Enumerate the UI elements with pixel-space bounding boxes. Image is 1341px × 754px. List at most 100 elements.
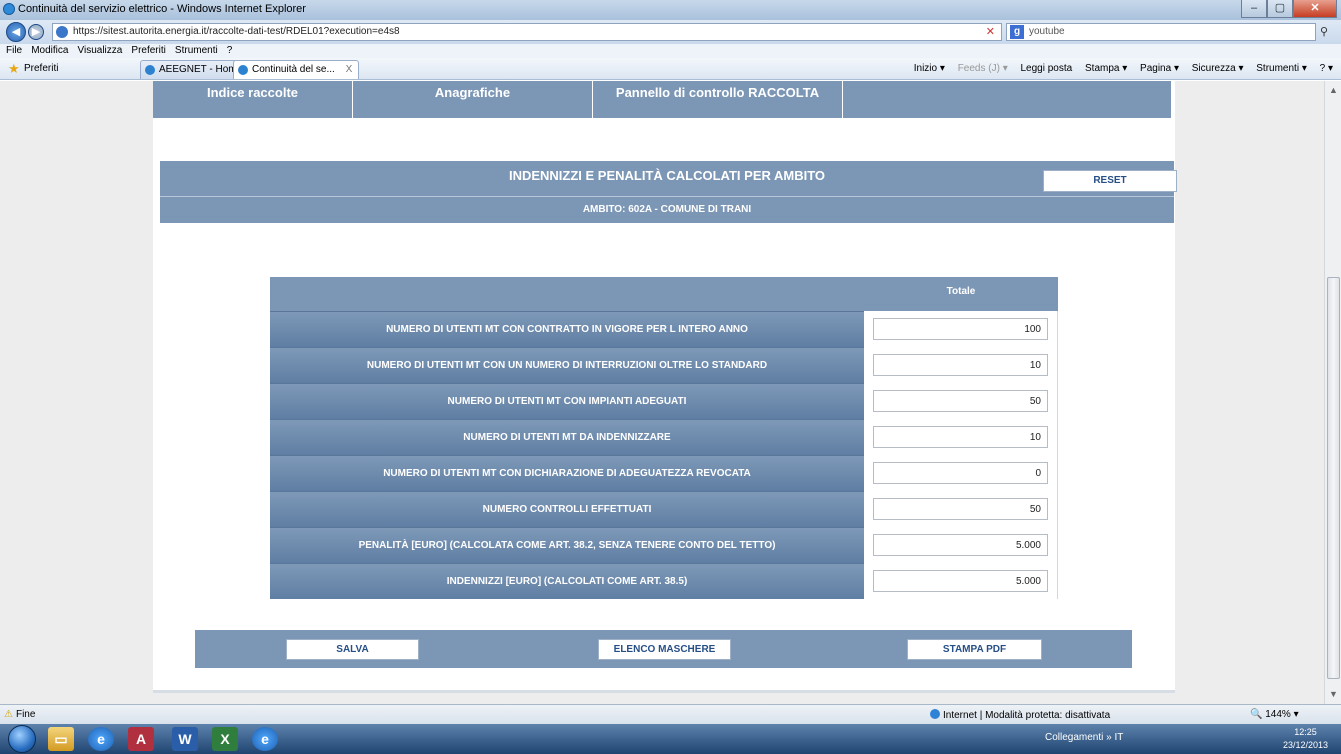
- menu-file[interactable]: File: [6, 45, 22, 56]
- clock-date: 23/12/2013: [1283, 740, 1329, 750]
- reset-button[interactable]: RESET: [1043, 170, 1177, 192]
- favorites-button[interactable]: Preferiti: [24, 63, 58, 74]
- stop-icon[interactable]: ✕: [986, 25, 995, 38]
- row-label: NUMERO DI UTENTI MT CON CONTRATTO IN VIG…: [270, 311, 864, 347]
- search-placeholder: youtube: [1029, 26, 1065, 37]
- table-row: NUMERO DI UTENTI MT CON CONTRATTO IN VIG…: [270, 311, 1058, 347]
- minimize-button[interactable]: –: [1241, 0, 1267, 18]
- top-navigation: Indice raccolte Anagrafiche Pannello di …: [153, 81, 1175, 129]
- close-window-button[interactable]: ✕: [1293, 0, 1337, 18]
- indennizzi-euro-input[interactable]: [873, 570, 1048, 592]
- controlli-effettuati-input[interactable]: [873, 498, 1048, 520]
- word-taskbar-icon[interactable]: W: [172, 727, 198, 751]
- zone-label: Internet | Modalità protetta: disattivat…: [943, 710, 1111, 721]
- row-label: NUMERO CONTROLLI EFFETTUATI: [270, 491, 864, 527]
- table-row: NUMERO CONTROLLI EFFETTUATI: [270, 491, 1058, 527]
- scroll-up-arrow-icon[interactable]: ▲: [1329, 85, 1338, 95]
- address-bar: ◀ ▶ https://sitest.autorita.energia.it/r…: [0, 20, 1341, 44]
- start-button[interactable]: [8, 725, 36, 753]
- clock[interactable]: 12:25 23/12/2013: [1283, 726, 1328, 752]
- ie-taskbar-icon[interactable]: e: [88, 727, 114, 751]
- row-label: PENALITÀ [EURO] (CALCOLATA COME ART. 38.…: [270, 527, 864, 563]
- row-label: NUMERO DI UTENTI MT CON DICHIARAZIONE DI…: [270, 455, 864, 491]
- command-bar: Inizio ▾ Feeds (J) ▾ Leggi posta Stampa …: [904, 63, 1333, 74]
- favorites-star-icon[interactable]: ★: [8, 62, 20, 75]
- table-row: INDENNIZZI [EURO] (CALCOLATI COME ART. 3…: [270, 563, 1058, 599]
- tab-label: Continuità del se...: [252, 64, 335, 75]
- feeds-button[interactable]: Feeds (J) ▾: [958, 63, 1008, 74]
- column-header-totale: Totale: [946, 286, 976, 297]
- utenti-revocata-input[interactable]: [873, 462, 1048, 484]
- warning-icon: ⚠: [4, 709, 13, 720]
- forward-button[interactable]: ▶: [28, 24, 44, 40]
- table-row: NUMERO DI UTENTI MT CON UN NUMERO DI INT…: [270, 347, 1058, 383]
- nav-anagrafiche[interactable]: Anagrafiche: [353, 81, 593, 118]
- mask-list-button[interactable]: ELENCO MASCHERE: [598, 639, 731, 660]
- menu-help[interactable]: ?: [227, 45, 233, 56]
- content-panel: Indice raccolte Anagrafiche Pannello di …: [153, 81, 1177, 693]
- table-row: PENALITÀ [EURO] (CALCOLATA COME ART. 38.…: [270, 527, 1058, 563]
- scroll-down-arrow-icon[interactable]: ▼: [1329, 689, 1338, 699]
- penalita-euro-input[interactable]: [873, 534, 1048, 556]
- utenti-interruzioni-input[interactable]: [873, 354, 1048, 376]
- search-input[interactable]: g youtube: [1006, 23, 1316, 41]
- page-footer-line: [153, 690, 1175, 693]
- back-button[interactable]: ◀: [6, 22, 26, 42]
- url-field[interactable]: https://sitest.autorita.energia.it/racco…: [52, 23, 1002, 41]
- zoom-control[interactable]: 🔍 144% ▾: [1250, 709, 1299, 720]
- tools-menu-button[interactable]: Strumenti ▾: [1256, 63, 1307, 74]
- taskbar: ▭ e A W X e Collegamenti » IT 12:25 23/1…: [0, 724, 1341, 754]
- system-tray[interactable]: Collegamenti » IT: [1045, 732, 1123, 743]
- page-menu-button[interactable]: Pagina ▾: [1140, 63, 1179, 74]
- utenti-impianti-adeguati-input[interactable]: [873, 390, 1048, 412]
- ambito-subtitle: AMBITO: 602A - COMUNE DI TRANI: [582, 204, 752, 215]
- scroll-thumb[interactable]: [1327, 277, 1340, 679]
- security-zone[interactable]: Internet | Modalità protetta: disattivat…: [930, 709, 1110, 721]
- utenti-da-indennizzare-input[interactable]: [873, 426, 1048, 448]
- tab-page-icon: [238, 65, 248, 75]
- ie-active-taskbar-icon[interactable]: e: [252, 727, 278, 751]
- safety-menu-button[interactable]: Sicurezza ▾: [1192, 63, 1244, 74]
- zoom-level: 144%: [1265, 709, 1291, 720]
- globe-icon: [930, 709, 940, 719]
- nav-indice-raccolte[interactable]: Indice raccolte: [153, 81, 353, 118]
- ie-icon: [3, 3, 15, 15]
- vertical-scrollbar[interactable]: ▲ ▼: [1324, 81, 1341, 704]
- menu-bar: File Modifica Visualizza Preferiti Strum…: [0, 44, 1341, 58]
- maximize-button[interactable]: ▢: [1267, 0, 1293, 18]
- search-icon[interactable]: ⚲: [1320, 25, 1328, 38]
- nav-pannello-controllo[interactable]: Pannello di controllo RACCOLTA: [593, 81, 843, 118]
- table-header: Totale: [270, 277, 1058, 311]
- utenti-contratto-input[interactable]: [873, 318, 1048, 340]
- table-row: NUMERO DI UTENTI MT CON DICHIARAZIONE DI…: [270, 455, 1058, 491]
- action-bar: SALVA ELENCO MASCHERE STAMPA PDF: [195, 630, 1132, 668]
- access-taskbar-icon[interactable]: A: [128, 727, 154, 751]
- section-header: INDENNIZZI E PENALITÀ CALCOLATI PER AMBI…: [160, 161, 1177, 223]
- favorites-bar: ★ Preferiti AEEGNET - Home P... Continui…: [0, 58, 1341, 80]
- save-button[interactable]: SALVA: [286, 639, 419, 660]
- tab-close-icon[interactable]: X: [346, 64, 353, 75]
- help-menu-button[interactable]: ? ▾: [1320, 63, 1333, 74]
- search-engine-icon: g: [1010, 25, 1024, 39]
- window-titlebar: Continuità del servizio elettrico - Wind…: [0, 0, 1341, 20]
- excel-taskbar-icon[interactable]: X: [212, 727, 238, 751]
- menu-visualizza[interactable]: Visualizza: [78, 45, 123, 56]
- print-pdf-button[interactable]: STAMPA PDF: [907, 639, 1042, 660]
- read-mail-button[interactable]: Leggi posta: [1021, 63, 1073, 74]
- home-button[interactable]: Inizio ▾: [914, 63, 945, 74]
- explorer-taskbar-icon[interactable]: ▭: [48, 727, 74, 751]
- row-label: NUMERO DI UTENTI MT CON IMPIANTI ADEGUAT…: [270, 383, 864, 419]
- table-row: NUMERO DI UTENTI MT DA INDENNIZZARE: [270, 419, 1058, 455]
- tab-continuita[interactable]: Continuità del se... X: [233, 60, 360, 79]
- row-label: NUMERO DI UTENTI MT DA INDENNIZZARE: [270, 419, 864, 455]
- status-bar: ⚠ Fine Internet | Modalità protetta: disa…: [0, 704, 1341, 724]
- url-text: https://sitest.autorita.energia.it/racco…: [73, 26, 400, 37]
- page-title: INDENNIZZI E PENALITÀ CALCOLATI PER AMBI…: [508, 168, 826, 183]
- print-button[interactable]: Stampa ▾: [1085, 63, 1127, 74]
- menu-modifica[interactable]: Modifica: [31, 45, 68, 56]
- status-text: ⚠ Fine: [4, 709, 35, 720]
- menu-strumenti[interactable]: Strumenti: [175, 45, 218, 56]
- menu-preferiti[interactable]: Preferiti: [131, 45, 165, 56]
- clock-time: 12:25: [1294, 727, 1317, 737]
- table-row: NUMERO DI UTENTI MT CON IMPIANTI ADEGUAT…: [270, 383, 1058, 419]
